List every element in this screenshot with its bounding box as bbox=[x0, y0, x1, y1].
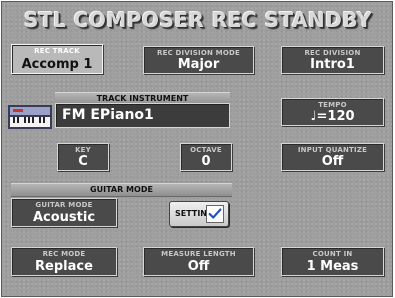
guitar-mode-header: GUITAR MODE bbox=[11, 183, 232, 197]
rec-division-field[interactable]: REC DIVISION Intro1 bbox=[281, 46, 384, 74]
octave-value: 0 bbox=[201, 154, 211, 169]
count-in-label: COUNT IN bbox=[312, 250, 353, 258]
rec-division-label: REC DIVISION bbox=[304, 49, 361, 57]
rec-division-mode-value: Major bbox=[177, 57, 220, 72]
screen-title: STL COMPOSER REC STANDBY bbox=[23, 8, 373, 32]
rec-track-value: Accomp 1 bbox=[21, 57, 93, 72]
octave-field[interactable]: OCTAVE 0 bbox=[180, 143, 232, 171]
measure-length-value: Off bbox=[187, 259, 210, 274]
tempo-label: TEMPO bbox=[318, 101, 347, 109]
rec-division-mode-field[interactable]: REC DIVISION MODE Major bbox=[143, 46, 254, 74]
key-label: KEY bbox=[75, 146, 91, 154]
tempo-field[interactable]: TEMPO ♩=120 bbox=[281, 98, 384, 126]
rec-track-field[interactable]: REC TRACK Accomp 1 bbox=[11, 44, 103, 74]
guitar-mode-field[interactable]: GUITAR MODE Acoustic bbox=[11, 198, 117, 227]
input-quantize-label: INPUT QUANTIZE bbox=[297, 146, 368, 154]
measure-length-field[interactable]: MEASURE LENGTH Off bbox=[143, 247, 254, 276]
rec-mode-field[interactable]: REC MODE Replace bbox=[11, 247, 117, 276]
rec-mode-label: REC MODE bbox=[42, 250, 86, 258]
rec-mode-value: Replace bbox=[35, 259, 93, 274]
setting-button[interactable]: SETTING bbox=[169, 201, 229, 227]
tempo-value: ♩=120 bbox=[310, 109, 355, 124]
key-value: C bbox=[78, 154, 88, 169]
rec-track-label: REC TRACK bbox=[34, 47, 80, 55]
input-quantize-value: Off bbox=[321, 154, 344, 169]
measure-length-label: MEASURE LENGTH bbox=[161, 250, 236, 258]
guitar-mode-label: GUITAR MODE bbox=[35, 201, 93, 209]
rec-division-mode-label: REC DIVISION MODE bbox=[157, 49, 240, 57]
track-instrument-name[interactable]: FM EPiano1 bbox=[55, 103, 230, 128]
keyboard-icon bbox=[8, 105, 52, 129]
rec-standby-screen: STL COMPOSER REC STANDBY REC TRACK Accom… bbox=[1, 1, 393, 297]
guitar-mode-value: Acoustic bbox=[32, 210, 96, 225]
count-in-field[interactable]: COUNT IN 1 Meas bbox=[281, 247, 384, 276]
count-in-value: 1 Meas bbox=[306, 259, 359, 274]
rec-division-value: Intro1 bbox=[310, 57, 355, 72]
checkmark-icon bbox=[206, 205, 224, 223]
key-field[interactable]: KEY C bbox=[57, 143, 109, 171]
input-quantize-field[interactable]: INPUT QUANTIZE Off bbox=[281, 143, 384, 171]
octave-label: OCTAVE bbox=[190, 146, 222, 154]
